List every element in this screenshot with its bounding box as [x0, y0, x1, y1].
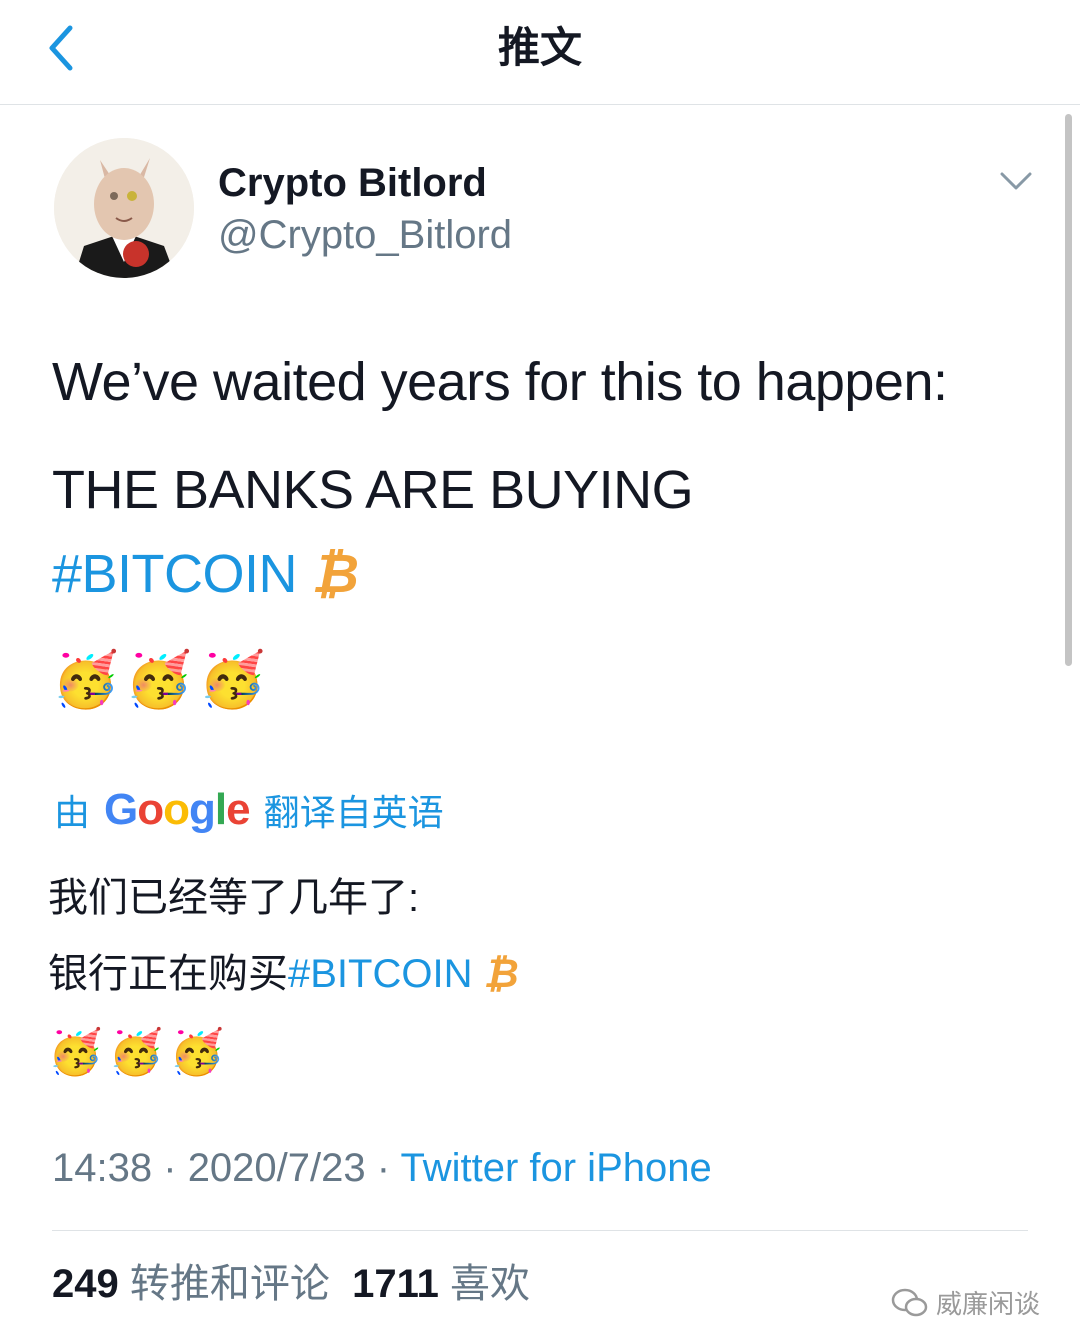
author-display-name[interactable]: Crypto Bitlord: [218, 160, 487, 206]
partying-face-icon: 🥳: [52, 650, 120, 710]
tweet-timestamp-line: 14:38 · 2020/7/23 · Twitter for iPhone: [52, 1144, 712, 1192]
top-nav-bar: 推文: [0, 0, 1080, 105]
partying-face-icon: 🥳: [125, 650, 193, 710]
chevron-down-icon: [1000, 172, 1032, 190]
retweets-count: 249: [52, 1262, 119, 1306]
translation-prefix: 由: [54, 792, 91, 833]
tweet-source-link[interactable]: Twitter for iPhone: [400, 1146, 711, 1190]
translation-suffix: 翻译自英语: [263, 792, 444, 833]
translated-text: 银行正在购买: [48, 952, 288, 996]
tweet-time: 14:38: [52, 1146, 153, 1190]
translated-emoji-row: 🥳 🥳 🥳: [48, 1026, 224, 1080]
scrollbar[interactable]: [1065, 114, 1072, 666]
tweet-stats: 249 转推和评论 1711 喜欢: [52, 1260, 530, 1308]
separator-dot: ·: [163, 1146, 177, 1190]
tweet-date: 2020/7/23: [187, 1146, 366, 1190]
tweet-emoji-row: 🥳 🥳 🥳: [52, 648, 266, 712]
partying-face-icon: 🥳: [48, 1028, 103, 1077]
bitcoin-icon: ₿: [311, 544, 359, 604]
watermark: 威廉闲谈: [890, 1284, 1040, 1321]
google-logo: Google: [104, 785, 251, 834]
translation-attribution[interactable]: 由 Google 翻译自英语: [54, 782, 444, 838]
partying-face-icon: 🥳: [169, 1028, 225, 1077]
translated-text-line: 我们已经等了几年了:: [48, 876, 420, 920]
wechat-icon: [891, 1288, 928, 1316]
retweets-stat[interactable]: 249 转推和评论: [52, 1262, 330, 1306]
separator-dot: ·: [376, 1146, 391, 1190]
bitcoin-icon: ₿: [483, 952, 519, 996]
translated-hashtag-line: 银行正在购买#BITCOIN ₿: [48, 950, 519, 998]
likes-stat[interactable]: 1711 喜欢: [352, 1262, 530, 1306]
retweets-label: 转推和评论: [129, 1262, 330, 1306]
divider: [52, 1230, 1028, 1231]
avatar[interactable]: [54, 138, 194, 278]
hashtag-link[interactable]: #BITCOIN: [288, 952, 472, 996]
page-title: 推文: [497, 24, 582, 71]
watermark-text: 威廉闲谈: [936, 1289, 1041, 1319]
likes-label: 喜欢: [450, 1262, 531, 1306]
partying-face-icon: 🥳: [198, 650, 266, 710]
tweet-hashtag-line: #BITCOIN ₿: [52, 544, 359, 604]
tweet-text-line: We’ve waited years for this to happen:: [52, 352, 948, 412]
cat-avatar-icon: [54, 138, 194, 278]
partying-face-icon: 🥳: [108, 1028, 164, 1077]
hashtag-link[interactable]: #BITCOIN: [52, 544, 298, 604]
tweet-text-line: THE BANKS ARE BUYING: [52, 460, 694, 520]
author-handle[interactable]: @Crypto_Bitlord: [218, 212, 512, 258]
tweet-options-button[interactable]: [996, 164, 1036, 200]
likes-count: 1711: [352, 1262, 439, 1306]
